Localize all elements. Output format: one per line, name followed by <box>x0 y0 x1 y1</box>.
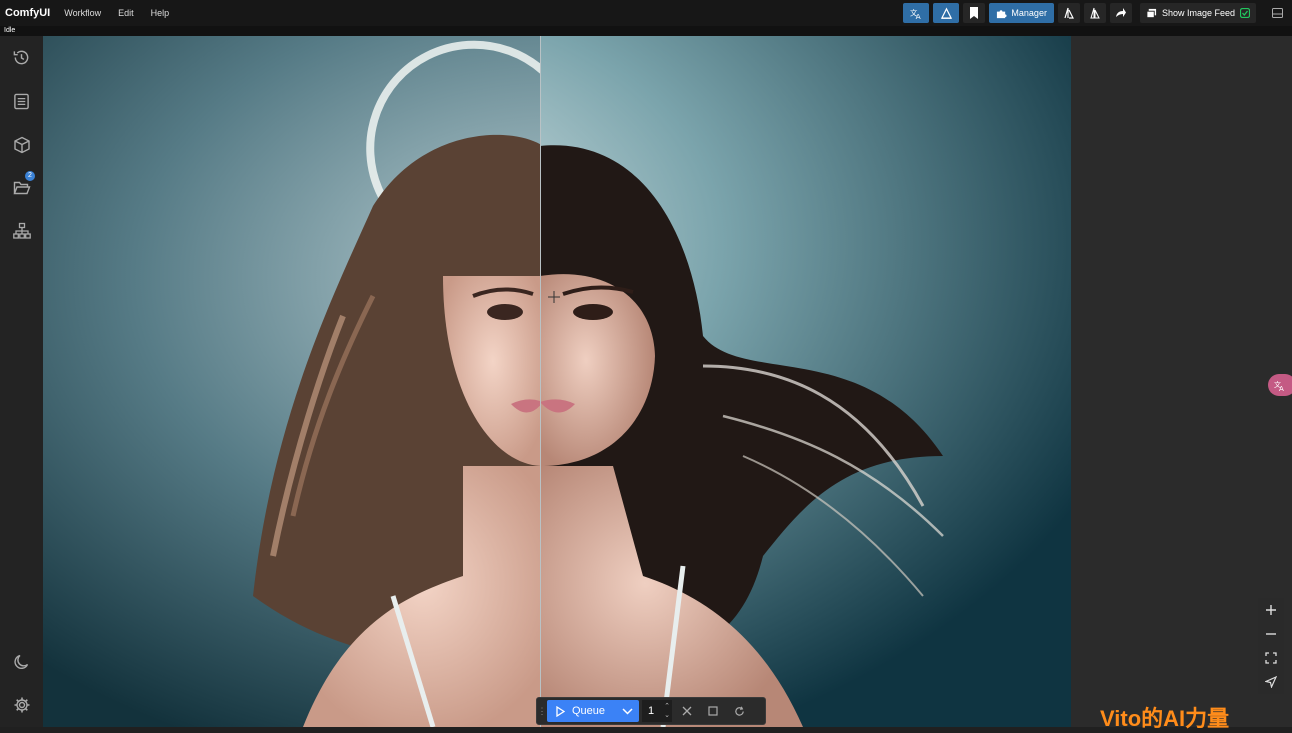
refresh-button[interactable] <box>726 700 752 722</box>
feed-toggle-icon <box>1240 8 1250 18</box>
zoom-out-button[interactable] <box>1258 622 1284 646</box>
manager-button[interactable]: Manager <box>989 3 1054 23</box>
app-brand: ComfyUI <box>5 7 51 19</box>
theme-moon-icon <box>13 654 28 669</box>
toggle-bottom-panel-button[interactable] <box>1266 3 1288 23</box>
sidebar-item-model-library[interactable] <box>11 134 32 155</box>
model-library-icon <box>13 136 30 153</box>
translate-pill-icon: 文A <box>1274 380 1284 391</box>
stop-button[interactable] <box>700 700 726 722</box>
left-sidebar: 2 <box>0 36 43 727</box>
bookmark-icon <box>970 7 979 19</box>
puzzle-icon <box>997 9 1007 18</box>
menu-help[interactable]: Help <box>151 8 170 18</box>
translate-icon: 文A <box>910 7 921 20</box>
fit-view-button[interactable] <box>1258 646 1284 670</box>
theme-toggle-button[interactable] <box>11 651 32 672</box>
translate-button[interactable]: 文A <box>903 3 930 23</box>
sail-alt-icon <box>1090 7 1100 19</box>
play-icon <box>556 705 565 717</box>
navigation-arrow-icon <box>1265 676 1277 688</box>
locate-button[interactable] <box>1258 670 1284 694</box>
share-arrow-icon <box>1115 8 1126 17</box>
queue-status: Idle <box>4 27 16 34</box>
watermark-text: Vito的AI力量 <box>1100 706 1230 731</box>
svg-text:A: A <box>915 12 920 20</box>
toolbar-right: 文A Manager Show Image Feed <box>899 0 1292 26</box>
chevron-down-icon <box>621 707 633 715</box>
plus-icon <box>1266 605 1276 615</box>
panel-icon <box>1271 8 1283 18</box>
edit-mode-button[interactable] <box>933 3 960 23</box>
manager-label: Manager <box>1011 8 1047 18</box>
drag-handle-icon[interactable]: ⋮ <box>537 701 547 721</box>
workflows-badge: 2 <box>25 171 35 181</box>
sidebar-item-history[interactable] <box>11 47 32 68</box>
zoom-in-button[interactable] <box>1258 598 1284 622</box>
image-stack-icon <box>1146 8 1157 18</box>
image-compare-preview[interactable] <box>43 36 1071 727</box>
batch-count-input[interactable]: 1 ⌃ ⌄ <box>642 700 672 722</box>
sidebar-item-node-library[interactable] <box>11 220 32 241</box>
crosshair-cursor-icon <box>548 291 560 303</box>
node-library-icon <box>12 222 31 239</box>
compare-split-line[interactable] <box>540 36 541 727</box>
floating-translate-button[interactable]: 文A <box>1268 374 1292 396</box>
close-icon <box>682 706 692 716</box>
queue-button[interactable]: Queue <box>547 700 639 722</box>
stop-square-icon <box>708 706 718 716</box>
queue-action-bar: ⋮ Queue 1 ⌃ ⌄ <box>536 697 766 725</box>
image-feed-label: Show Image Feed <box>1161 8 1235 18</box>
batch-count-stepper[interactable]: ⌃ ⌄ <box>664 702 670 720</box>
queue-label: Queue <box>572 705 606 717</box>
share-button[interactable] <box>1109 3 1132 23</box>
bookmark-button[interactable] <box>963 3 986 23</box>
show-image-feed-button[interactable]: Show Image Feed <box>1139 3 1256 23</box>
sidebar-item-queue[interactable] <box>11 91 32 112</box>
canvas-zoom-controls <box>1258 598 1284 694</box>
queue-list-icon <box>14 93 29 110</box>
top-menubar: ComfyUI Workflow Edit Help 文A Manager Sh… <box>0 0 1292 26</box>
sail-icon <box>1064 7 1074 19</box>
portrait-comparison-image <box>43 36 1071 727</box>
workflows-folder-icon <box>12 181 31 194</box>
workflow-share-button[interactable] <box>1057 3 1080 23</box>
status-bar: Idle <box>0 26 1292 36</box>
refresh-icon <box>734 705 744 716</box>
sidebar-item-workflows[interactable]: 2 <box>11 171 35 198</box>
graph-canvas[interactable] <box>43 36 1292 727</box>
menu-edit[interactable]: Edit <box>118 8 134 18</box>
minus-icon <box>1266 633 1276 635</box>
workflow-publish-button[interactable] <box>1083 3 1106 23</box>
cancel-current-button[interactable] <box>674 700 700 722</box>
drawing-triangle-icon <box>940 7 953 19</box>
batch-count-value: 1 <box>648 705 655 717</box>
fullscreen-icon <box>1265 652 1277 664</box>
queue-options-dropdown[interactable] <box>615 700 639 722</box>
history-icon <box>13 50 29 65</box>
settings-button[interactable] <box>11 694 32 715</box>
svg-text:A: A <box>1279 385 1284 391</box>
settings-gear-icon <box>14 697 29 712</box>
menu-workflow[interactable]: Workflow <box>64 8 101 18</box>
